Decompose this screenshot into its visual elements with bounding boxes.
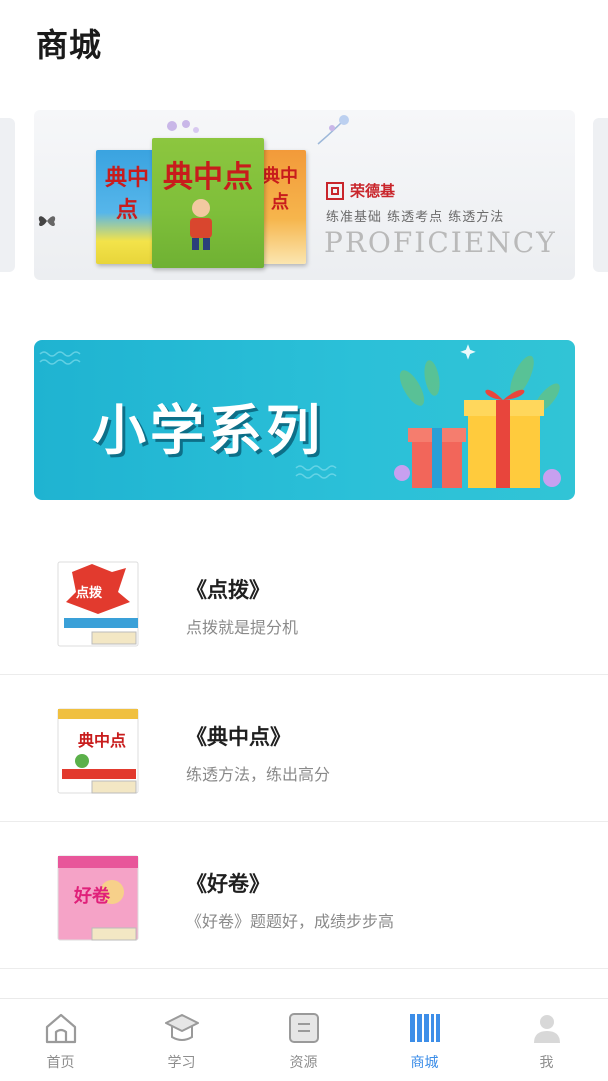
tab-label: 我: [539, 1055, 554, 1071]
butterfly-icon: [38, 216, 56, 227]
cartoon-character-icon: [190, 199, 212, 250]
bottom-tab-bar: 首页 学习 资源 商城 我: [0, 998, 608, 1081]
product-item[interactable]: 典中点 《典中点》 练透方法，练出高分: [0, 675, 608, 822]
tab-home[interactable]: 首页: [0, 999, 121, 1081]
home-icon: [45, 1013, 76, 1044]
product-description: 练透方法，练出高分: [186, 765, 331, 784]
banner-carousel[interactable]: 典中点 典中点 典中点 荣德基 练准基础 练透考点 练透方法 PROFICIEN…: [0, 110, 608, 280]
brand-name: 荣德基: [350, 182, 396, 200]
product-name: 《典中点》: [186, 725, 291, 749]
product-name: 《点拨》: [186, 578, 270, 602]
book-cover: 典中点: [96, 150, 158, 264]
user-icon: [533, 1015, 560, 1043]
tab-me[interactable]: 我: [486, 999, 607, 1081]
tab-label: 商城: [410, 1055, 439, 1071]
product-cover: 典中点: [52, 705, 144, 797]
product-cover: 点拨: [52, 558, 144, 650]
product-item[interactable]: 点拨 《点拨》 点拨就是提分机: [0, 528, 608, 675]
product-list: 点拨 《点拨》 点拨就是提分机 典中点 《典中点》 练透方法，练出高分 好卷 《…: [0, 528, 608, 969]
tab-resources[interactable]: 资源: [243, 999, 364, 1081]
header: 商城: [0, 0, 608, 90]
product-description: 《好卷》题题好，成绩步步高: [186, 912, 395, 931]
product-description: 点拨就是提分机: [186, 618, 299, 637]
gift-box-icon: [394, 355, 561, 488]
page-title: 商城: [36, 26, 103, 64]
tab-label: 学习: [167, 1055, 196, 1071]
carousel-next-slide[interactable]: [593, 118, 608, 272]
tab-study[interactable]: 学习: [121, 999, 242, 1081]
brand-english: PROFICIENCY: [324, 226, 557, 259]
promo-banner[interactable]: 典中点 典中点 典中点 荣德基 练准基础 练透考点 练透方法 PROFICIEN…: [34, 110, 575, 280]
tab-mall[interactable]: 商城: [364, 999, 485, 1081]
product-cover: 好卷: [52, 852, 144, 944]
flower-icon: [317, 115, 349, 145]
tab-label: 首页: [46, 1055, 75, 1071]
section-title: 小学系列: [92, 399, 324, 462]
section-banner[interactable]: 小学系列: [34, 340, 575, 500]
brand-row: 荣德基: [326, 180, 395, 201]
bookshelf-icon: [409, 1014, 440, 1042]
brand-tagline: 练准基础 练透考点 练透方法: [326, 210, 505, 225]
brand-logo-icon: [326, 181, 344, 200]
product-name: 《好卷》: [186, 872, 270, 896]
product-item[interactable]: 好卷 《好卷》 《好卷》题题好，成绩步步高: [0, 822, 608, 969]
graduation-cap-icon: [164, 1014, 199, 1041]
carousel-prev-slide[interactable]: [0, 118, 15, 272]
book-cover: 典中点: [152, 138, 264, 268]
tab-label: 资源: [289, 1055, 318, 1071]
resource-icon: [288, 1013, 319, 1043]
